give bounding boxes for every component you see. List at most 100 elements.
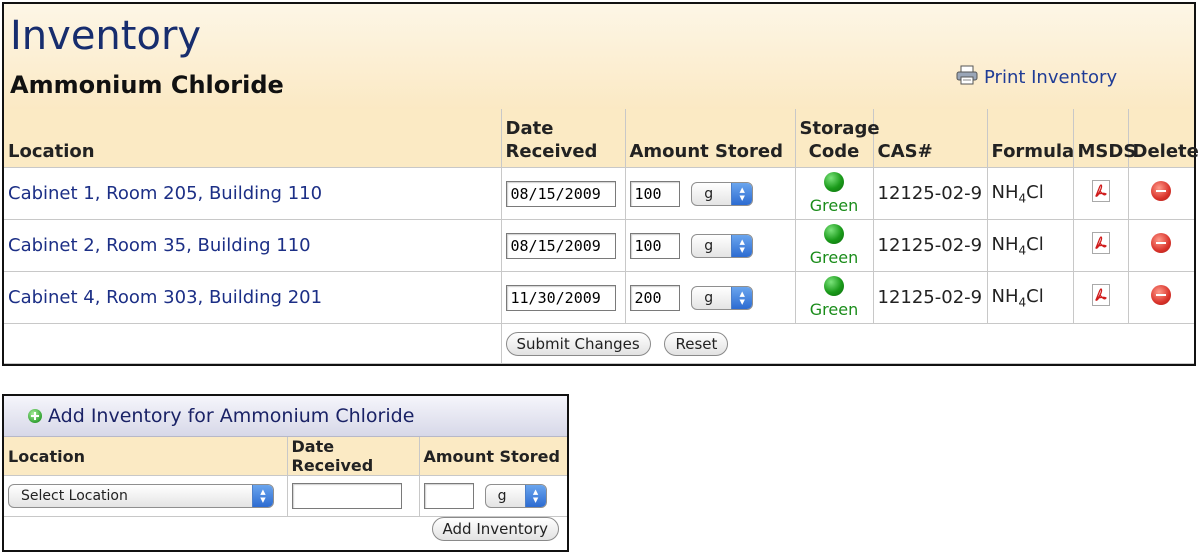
cas-cell: 12125-02-9	[872, 167, 988, 220]
location-select[interactable]: Select Location ▲ ▼	[8, 484, 274, 508]
chevron-updown-icon: ▲ ▼	[731, 234, 753, 257]
cas-cell: 12125-02-9	[872, 219, 988, 272]
storage-code-cell: Green	[794, 219, 874, 272]
date-received-input[interactable]	[505, 180, 616, 207]
green-light-icon	[824, 276, 844, 296]
delete-cell	[1127, 167, 1194, 220]
location-link[interactable]: Cabinet 2, Room 35, Building 110	[8, 235, 311, 256]
delete-icon[interactable]	[1151, 181, 1172, 201]
column-header-date-line1: Date	[505, 118, 554, 139]
pdf-icon[interactable]	[1091, 284, 1110, 306]
msds-cell	[1072, 167, 1129, 220]
table-row: Cabinet 1, Room 205, Building 110 g ▲▼ G…	[4, 167, 1194, 220]
amount-input[interactable]	[629, 284, 680, 311]
column-header-date-received: Date Received	[500, 109, 626, 168]
add-actions: Add Inventory	[431, 517, 559, 541]
storage-code-label: Green	[809, 300, 859, 319]
delete-icon[interactable]	[1151, 285, 1172, 305]
location-cell: Cabinet 4, Room 303, Building 201	[4, 271, 502, 324]
chevron-updown-icon: ▲ ▼	[524, 485, 546, 507]
column-header-amount-stored: Amount Stored	[418, 437, 567, 476]
column-header-storage-line1: Storage	[799, 118, 880, 139]
date-cell	[500, 167, 626, 220]
inventory-panel: Inventory Ammonium Chloride Print Invent…	[2, 2, 1199, 366]
form-actions-row: Submit Changes Reset	[4, 323, 1194, 364]
formula-end: Cl	[1026, 285, 1044, 307]
date-received-input[interactable]	[505, 284, 616, 311]
amount-input[interactable]	[629, 180, 680, 207]
green-light-icon	[824, 172, 844, 192]
storage-code-label: Green	[809, 196, 859, 215]
date-cell	[500, 271, 626, 324]
column-header-location: Location	[4, 109, 502, 168]
printer-icon	[956, 65, 978, 90]
date-cell	[500, 219, 626, 272]
formula-cell: NH4Cl	[986, 271, 1074, 324]
cas-cell: 12125-02-9	[872, 271, 988, 324]
amount-cell: g ▲▼	[624, 271, 796, 324]
chevron-updown-icon: ▲ ▼	[731, 286, 753, 309]
inventory-table: Location Date Received Amount Stored Sto…	[4, 109, 1199, 364]
formula-main: NH	[991, 181, 1019, 203]
amount-input[interactable]	[423, 483, 474, 509]
date-input-cell	[286, 475, 420, 517]
add-input-row: Select Location ▲ ▼ g ▲ ▼	[4, 475, 567, 517]
add-inventory-title: Add Inventory for Ammonium Chloride	[48, 405, 415, 427]
delete-cell	[1127, 271, 1194, 324]
reset-button[interactable]: Reset	[664, 331, 729, 356]
add-inventory-table: Location Date Received Amount Stored Sel…	[4, 437, 567, 517]
print-inventory-label: Print Inventory	[984, 67, 1118, 88]
column-header-formula: Formula	[986, 109, 1074, 168]
add-header-row: Location Date Received Amount Stored	[4, 437, 567, 476]
delete-icon[interactable]	[1151, 233, 1172, 253]
column-header-cas: CAS#	[872, 109, 988, 168]
unit-select[interactable]: g ▲ ▼	[691, 285, 754, 310]
amount-cell: g ▲▼	[624, 167, 796, 220]
column-header-date-received: Date Received	[286, 437, 420, 476]
unit-select-value: g	[497, 488, 507, 504]
formula-cell: NH4Cl	[986, 167, 1074, 220]
column-header-msds: MSDS	[1072, 109, 1136, 168]
unit-select-value: g	[704, 185, 714, 202]
amount-input-cell: g ▲ ▼	[418, 475, 567, 517]
unit-select-value: g	[704, 237, 714, 254]
chevron-updown-icon: ▲ ▼	[252, 485, 273, 507]
inventory-header: Inventory Ammonium Chloride Print Invent…	[4, 4, 1194, 109]
date-received-input[interactable]	[291, 483, 402, 509]
table-header-row: Location Date Received Amount Stored Sto…	[4, 109, 1199, 168]
unit-select[interactable]: g ▲ ▼	[691, 233, 754, 258]
formula-subscript: 4	[1018, 191, 1027, 206]
formula-cell: NH4Cl	[986, 219, 1074, 272]
amount-input[interactable]	[629, 232, 680, 259]
storage-code-cell: Green	[794, 271, 874, 324]
pdf-icon[interactable]	[1091, 180, 1110, 202]
msds-cell	[1072, 219, 1129, 272]
unit-select[interactable]: g ▲ ▼	[484, 484, 547, 508]
add-inventory-panel: Add Inventory for Ammonium Chloride Loca…	[2, 394, 569, 552]
column-header-delete: Delete	[1127, 109, 1199, 168]
formula-subscript: 4	[1018, 295, 1027, 310]
print-inventory-link[interactable]: Print Inventory	[956, 65, 1117, 90]
location-link[interactable]: Cabinet 4, Room 303, Building 201	[8, 287, 322, 308]
column-header-amount-stored: Amount Stored	[624, 109, 796, 168]
table-row: Cabinet 4, Room 303, Building 201 g ▲▼ G…	[4, 271, 1194, 324]
location-cell: Cabinet 2, Room 35, Building 110	[4, 219, 502, 272]
table-row: Cabinet 2, Room 35, Building 110 g ▲▼ Gr…	[4, 219, 1194, 272]
chemical-name: Ammonium Chloride	[10, 71, 284, 99]
date-received-input[interactable]	[505, 232, 616, 259]
unit-select[interactable]: g ▲ ▼	[691, 181, 754, 206]
add-inventory-button[interactable]: Add Inventory	[431, 517, 559, 541]
column-header-date-line2: Received	[505, 141, 598, 162]
pdf-icon[interactable]	[1091, 232, 1110, 254]
column-header-storage-line2: Code	[808, 141, 860, 162]
add-circle-icon	[28, 409, 42, 423]
location-link[interactable]: Cabinet 1, Room 205, Building 110	[8, 183, 322, 204]
msds-cell	[1072, 271, 1129, 324]
column-header-storage-code: Storage Code	[794, 109, 880, 168]
delete-cell	[1127, 219, 1194, 272]
formula-end: Cl	[1026, 181, 1044, 203]
formula-main: NH	[991, 233, 1019, 255]
submit-changes-button[interactable]: Submit Changes	[505, 331, 651, 356]
amount-cell: g ▲▼	[624, 219, 796, 272]
location-select-value: Select Location	[21, 488, 128, 504]
